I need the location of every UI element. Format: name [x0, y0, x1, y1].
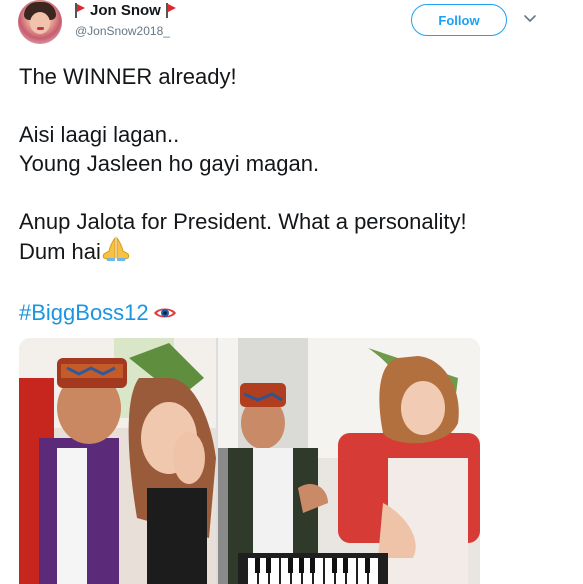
tweet-line-with-emoji: Dum hai — [19, 236, 564, 266]
follow-button[interactable]: Follow — [411, 4, 507, 36]
tweet-line: The WINNER already! — [19, 64, 237, 89]
line-gap — [19, 91, 564, 120]
tweet-line: Anup Jalota for President. What a person… — [19, 209, 467, 234]
avatar-lips — [37, 27, 44, 30]
tweet-line: Dum hai — [19, 239, 101, 264]
chevron-down-icon[interactable] — [522, 10, 538, 26]
flag-icon — [75, 3, 85, 18]
user-handle[interactable]: @JonSnow2018_ — [75, 24, 170, 38]
hashtag-row: #BiggBoss12 — [19, 300, 177, 326]
tweet-line: Aisi laagi lagan.. — [19, 122, 180, 147]
tweet-line: Young Jasleen ho gayi magan. — [19, 151, 320, 176]
user-name-row[interactable]: Jon Snow — [75, 2, 176, 19]
user-name[interactable]: Jon Snow — [90, 2, 161, 19]
avatar-face — [30, 12, 50, 34]
avatar[interactable] — [18, 0, 62, 44]
folded-hands-icon — [102, 236, 130, 261]
line-gap — [19, 178, 564, 207]
hashtag-link[interactable]: #BiggBoss12 — [19, 300, 149, 326]
tweet-card: Jon Snow @JonSnow2018_ Follow The WINNER… — [0, 0, 583, 584]
flag-icon — [165, 3, 176, 18]
tweet-media[interactable] — [19, 338, 480, 584]
eye-icon — [153, 308, 176, 318]
photo-harmonium[interactable] — [218, 338, 480, 584]
photo-selfie[interactable] — [19, 338, 216, 584]
tweet-text: The WINNER already! Aisi laagi lagan.. Y… — [19, 62, 564, 266]
